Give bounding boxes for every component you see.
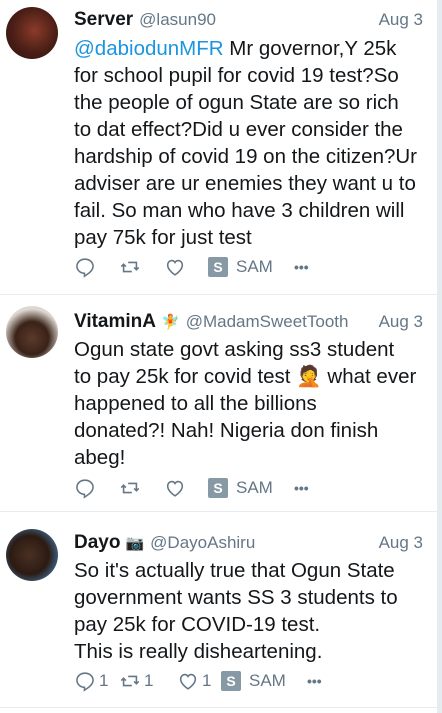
heart-icon <box>166 480 184 497</box>
tweet[interactable]: Dayo 📷 @DayoAshiru Aug 3 So it's actuall… <box>0 513 437 708</box>
text-line: fail. So man who have 3 children will <box>74 199 405 222</box>
sam-label: SAM <box>236 478 273 497</box>
author-handle[interactable]: @DayoAshiru <box>150 533 255 553</box>
author-name[interactable]: Server <box>74 9 133 31</box>
tweet-header: Server @lasun90 Aug 3 <box>74 9 423 33</box>
sam-label: SAM <box>236 257 273 276</box>
retweet-button[interactable]: 1 <box>119 670 177 692</box>
reply-button[interactable] <box>74 256 119 278</box>
text-line: @dabiodunMFR Mr governor,Y 25k <box>74 37 397 60</box>
reply-button[interactable] <box>74 477 119 499</box>
author-handle[interactable]: @MadamSweetTooth <box>186 312 349 332</box>
reply-button[interactable]: 1 <box>74 670 119 692</box>
tweet-actions: S SAM ••• <box>74 254 309 280</box>
heart-icon <box>179 673 197 690</box>
text-line: to pay 25k for covid test 🤦 what ever <box>74 365 417 388</box>
s-logo-icon: S <box>208 257 228 277</box>
retweet-button[interactable] <box>119 477 164 499</box>
text-line: pay 75k for just test <box>74 226 252 249</box>
more-options-button[interactable]: ••• <box>307 673 322 689</box>
tweet-header: Dayo 📷 @DayoAshiru Aug 3 <box>74 532 423 556</box>
camera-emoji-icon: 📷 <box>125 535 145 552</box>
avatar[interactable] <box>6 529 58 581</box>
sam-extension-button[interactable]: S SAM <box>221 671 307 691</box>
more-options-button[interactable]: ••• <box>294 480 309 496</box>
like-count: 1 <box>202 671 212 690</box>
text-line: So it's actually true that Ogun State <box>74 559 395 582</box>
tweet-date[interactable]: Aug 3 <box>379 533 423 553</box>
text-line: the people of ogun State are so rich <box>74 91 399 114</box>
text-line: abeg! <box>74 446 126 469</box>
text-line: Ogun state govt asking ss3 student <box>74 338 395 361</box>
like-button[interactable] <box>164 477 208 499</box>
text-line: for school pupil for covid 19 test?So <box>74 64 399 87</box>
text-line: government wants SS 3 students to <box>74 586 398 609</box>
like-button[interactable]: 1 <box>177 670 221 692</box>
tweet-actions: 1 1 1 S SAM ••• <box>74 668 322 694</box>
tweet-text: Ogun state govt asking ss3 student to pa… <box>74 336 426 471</box>
s-logo-icon: S <box>208 478 228 498</box>
reply-icon <box>76 479 94 499</box>
retweet-count: 1 <box>144 671 154 690</box>
author-name[interactable]: VitaminA <box>74 311 156 333</box>
text-line: adviser are ur enemies they want u to <box>74 172 416 195</box>
tweet-date[interactable]: Aug 3 <box>379 312 423 332</box>
sam-extension-button[interactable]: S SAM <box>208 257 294 277</box>
reply-count: 1 <box>99 671 109 690</box>
more-options-button[interactable]: ••• <box>294 259 309 275</box>
tweet-actions: S SAM ••• <box>74 475 309 501</box>
author-handle[interactable]: @lasun90 <box>139 10 216 30</box>
text-line: This is really disheartening. <box>74 640 323 663</box>
tweet[interactable]: VitaminA 🧚 @MadamSweetTooth Aug 3 Ogun s… <box>0 296 437 512</box>
s-logo-icon: S <box>221 671 241 691</box>
text-line: donated?! Nah! Nigeria don finish <box>74 419 379 442</box>
avatar[interactable] <box>6 7 58 59</box>
author-name[interactable]: Dayo <box>74 532 120 554</box>
heart-icon <box>166 259 184 276</box>
like-button[interactable] <box>164 256 208 278</box>
scroll-gutter <box>437 0 442 713</box>
tweet-text: @dabiodunMFR Mr governor,Y 25k for schoo… <box>74 35 426 251</box>
fairy-emoji-icon: 🧚 <box>161 314 180 331</box>
text-line: to dat effect?Did u ever consider the <box>74 118 403 141</box>
retweet-icon <box>120 675 140 687</box>
retweet-button[interactable] <box>119 256 164 278</box>
text-line: pay 25k for COVID-19 test. <box>74 613 321 636</box>
avatar[interactable] <box>6 306 58 358</box>
reply-icon <box>76 672 94 692</box>
text-line: hardship of covid 19 on the citizen?Ur <box>74 145 418 168</box>
tweet[interactable]: Server @lasun90 Aug 3 @dabiodunMFR Mr go… <box>0 0 437 295</box>
sam-label: SAM <box>249 671 286 690</box>
text-line: happened to all the billions <box>74 392 317 415</box>
retweet-icon <box>120 261 140 273</box>
tweet-date[interactable]: Aug 3 <box>379 10 423 30</box>
mention-link[interactable]: @dabiodunMFR <box>74 37 224 60</box>
tweet-header: VitaminA 🧚 @MadamSweetTooth Aug 3 <box>74 311 423 335</box>
reply-icon <box>76 258 94 278</box>
retweet-icon <box>120 482 140 494</box>
sam-extension-button[interactable]: S SAM <box>208 478 294 498</box>
tweet-text: So it's actually true that Ogun State go… <box>74 557 426 665</box>
